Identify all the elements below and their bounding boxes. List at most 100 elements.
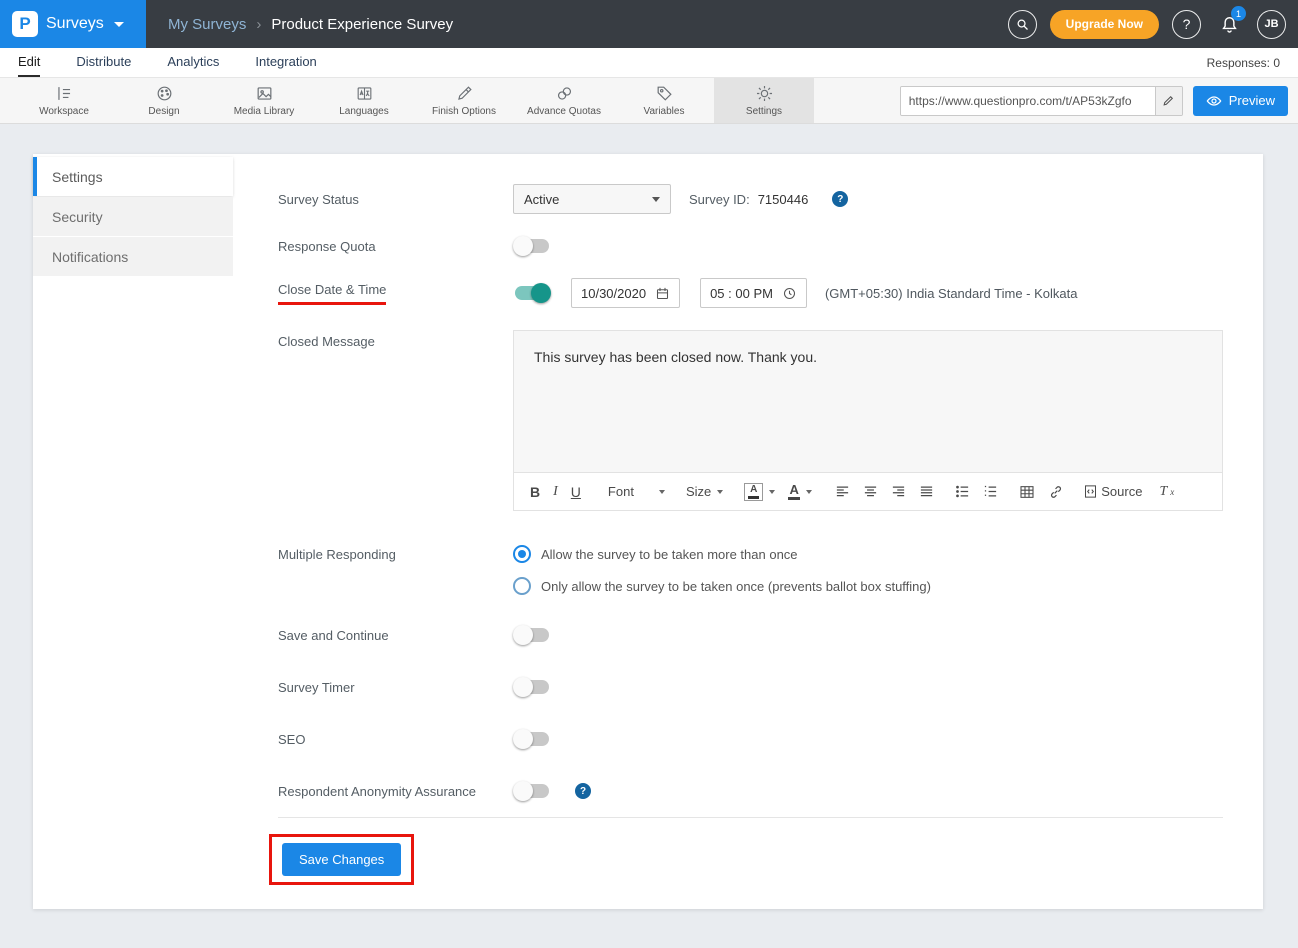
response-quota-toggle[interactable] (513, 236, 551, 256)
survey-url-input[interactable] (901, 87, 1155, 115)
response-quota-label: Response Quota (278, 239, 513, 254)
product-switcher[interactable]: P Surveys (0, 0, 146, 48)
linked-rings-icon (555, 84, 574, 103)
multiple-responding-label: Multiple Responding (278, 545, 513, 562)
sidebar-item-settings[interactable]: Settings (33, 157, 233, 196)
seo-toggle[interactable] (513, 729, 551, 749)
save-and-continue-label: Save and Continue (278, 628, 513, 643)
toolbar-item-settings[interactable]: Settings (714, 78, 814, 123)
notifications-button[interactable]: 1 (1214, 9, 1244, 39)
closed-message-textarea[interactable]: This survey has been closed now. Thank y… (514, 331, 1222, 472)
help-button[interactable]: ? (1172, 10, 1201, 39)
breadcrumb-current: Product Experience Survey (271, 16, 453, 33)
text-color-icon: A (788, 483, 800, 500)
close-date-input[interactable]: 10/30/2020 (571, 278, 680, 308)
row-multiple-responding: Multiple Responding Allow the survey to … (278, 545, 1223, 595)
bullet-list-button[interactable] (955, 484, 970, 499)
question-mark-icon: ? (1183, 16, 1191, 32)
palette-icon (155, 84, 174, 103)
respondent-anonymity-toggle[interactable] (513, 781, 551, 801)
sidebar-item-notifications[interactable]: Notifications (33, 237, 233, 276)
tab-edit[interactable]: Edit (18, 48, 40, 77)
close-date-toggle[interactable] (513, 283, 551, 303)
page-body: Settings Security Notifications Survey S… (0, 124, 1298, 929)
save-area: Save Changes (269, 834, 1223, 885)
radio-selected-icon (513, 545, 531, 563)
toolbar-item-finish-options[interactable]: Finish Options (414, 78, 514, 123)
align-center-button[interactable] (863, 484, 878, 499)
upgrade-now-button[interactable]: Upgrade Now (1050, 10, 1159, 39)
table-icon (1019, 484, 1035, 500)
tab-distribute[interactable]: Distribute (76, 48, 131, 77)
breadcrumb-separator: › (256, 16, 261, 33)
source-code-icon (1083, 484, 1098, 499)
row-respondent-anonymity: Respondent Anonymity Assurance ? (278, 781, 1223, 801)
survey-timer-toggle[interactable] (513, 677, 551, 697)
align-right-icon (891, 484, 906, 499)
settings-card: Settings Security Notifications Survey S… (33, 154, 1263, 909)
toolbar-item-advance-quotas[interactable]: Advance Quotas (514, 78, 614, 123)
seo-label: SEO (278, 732, 513, 747)
row-closed-message: Closed Message This survey has been clos… (278, 330, 1223, 511)
settings-sidebar: Settings Security Notifications (33, 154, 233, 909)
toolbar-item-workspace[interactable]: Workspace (14, 78, 114, 123)
chevron-down-icon (717, 490, 723, 494)
breadcrumb: My Surveys › Product Experience Survey (168, 16, 453, 33)
bg-color-button[interactable]: A (744, 483, 775, 501)
toolbar-item-design[interactable]: Design (114, 78, 214, 123)
source-button[interactable]: Source (1083, 484, 1142, 499)
user-avatar[interactable]: JB (1257, 10, 1286, 39)
tab-analytics[interactable]: Analytics (167, 48, 219, 77)
survey-id-help-icon[interactable]: ? (832, 191, 848, 207)
sidebar-item-security[interactable]: Security (33, 197, 233, 236)
survey-id-value: 7150446 (758, 192, 809, 207)
numbered-list-button[interactable] (983, 484, 998, 499)
align-justify-button[interactable] (919, 484, 934, 499)
align-right-button[interactable] (891, 484, 906, 499)
edit-url-button[interactable] (1155, 87, 1182, 115)
save-and-continue-toggle[interactable] (513, 625, 551, 645)
radio-allow-once[interactable]: Only allow the survey to be taken once (… (513, 577, 931, 595)
section-tabs: Edit Distribute Analytics Integration (18, 48, 317, 77)
closed-message-editor: This survey has been closed now. Thank y… (513, 330, 1223, 511)
survey-url-box (900, 86, 1183, 116)
toolbar-item-variables[interactable]: Variables (614, 78, 714, 123)
text-color-button[interactable]: A (788, 483, 812, 500)
form-divider (278, 817, 1223, 818)
workspace-icon (55, 84, 74, 103)
radio-allow-multiple[interactable]: Allow the survey to be taken more than o… (513, 545, 931, 563)
tab-integration[interactable]: Integration (255, 48, 316, 77)
remove-format-button[interactable]: Tx (1159, 484, 1174, 500)
toolbar-item-languages[interactable]: Languages (314, 78, 414, 123)
italic-button[interactable]: I (553, 484, 558, 500)
size-dropdown[interactable]: Size (686, 484, 723, 499)
survey-id-label: Survey ID: (689, 192, 750, 207)
search-button[interactable] (1008, 10, 1037, 39)
image-icon (255, 84, 274, 103)
row-survey-timer: Survey Timer (278, 677, 1223, 697)
respondent-anonymity-label: Respondent Anonymity Assurance (278, 784, 513, 799)
toolbar-item-media-library[interactable]: Media Library (214, 78, 314, 123)
row-save-and-continue: Save and Continue (278, 625, 1223, 645)
row-survey-status: Survey Status Active Survey ID: 7150446 … (278, 184, 1223, 214)
insert-link-button[interactable] (1048, 484, 1064, 500)
save-changes-button[interactable]: Save Changes (282, 843, 401, 876)
close-time-input[interactable]: 05 : 00 PM (700, 278, 807, 308)
topbar-actions: Upgrade Now ? 1 JB (1008, 9, 1298, 39)
align-center-icon (863, 484, 878, 499)
edit-toolbar: Workspace Design Media Library Languages… (0, 78, 1298, 124)
questionpro-logo: P (12, 11, 38, 37)
chevron-down-icon (769, 490, 775, 494)
preview-button[interactable]: Preview (1193, 86, 1288, 116)
insert-table-button[interactable] (1019, 484, 1035, 500)
breadcrumb-my-surveys[interactable]: My Surveys (168, 16, 246, 33)
survey-status-select[interactable]: Active (513, 184, 671, 214)
numbered-list-icon (983, 484, 998, 499)
anonymity-help-icon[interactable]: ? (575, 783, 591, 799)
font-dropdown[interactable]: Font (608, 484, 665, 499)
bold-button[interactable]: B (530, 484, 540, 500)
align-left-button[interactable] (835, 484, 850, 499)
row-response-quota: Response Quota (278, 236, 1223, 256)
underline-button[interactable]: U (571, 484, 581, 500)
chevron-down-icon (806, 490, 812, 494)
